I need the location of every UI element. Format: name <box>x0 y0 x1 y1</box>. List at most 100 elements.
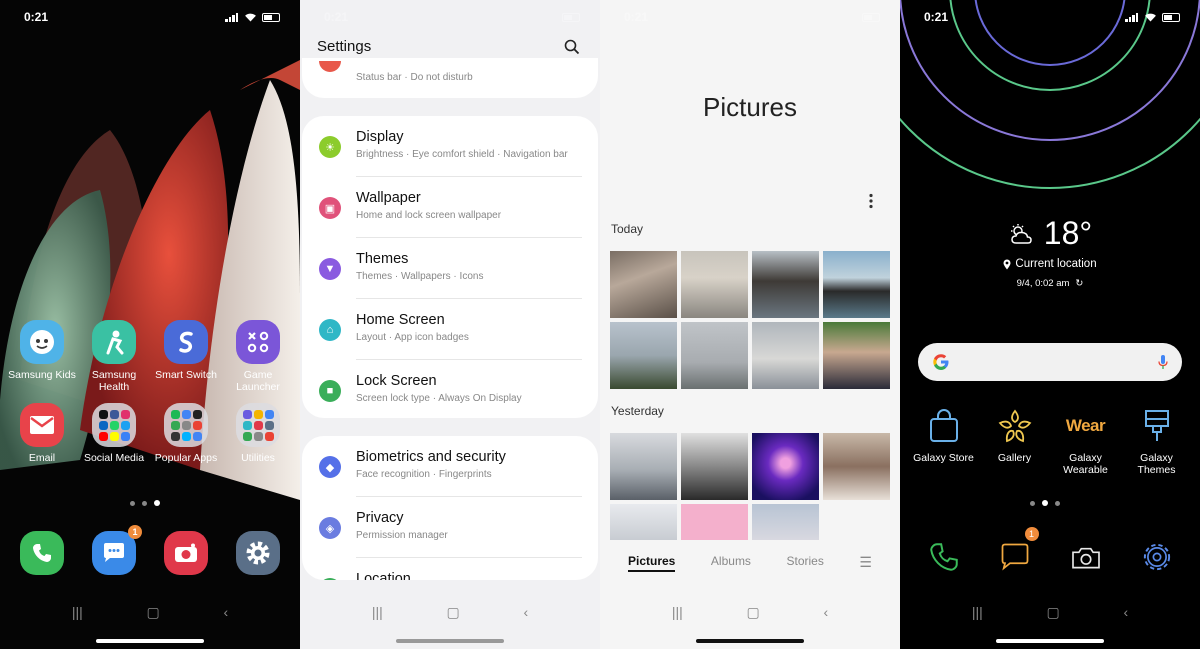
page-title: Pictures <box>703 92 797 122</box>
row-title: Privacy <box>356 510 404 526</box>
settings-row-biometrics[interactable]: ◆ Biometrics and security Face recogniti… <box>302 436 598 497</box>
app-galaxy-store[interactable]: Galaxy Store <box>908 404 979 476</box>
photo-thumbnail[interactable] <box>752 251 819 318</box>
folder-icon <box>92 403 136 447</box>
photo-thumbnail[interactable] <box>823 251 890 318</box>
row-subtitle: Brightness · Eye comfort shield · Naviga… <box>356 149 568 160</box>
home-button[interactable]: ▢ <box>1047 604 1060 621</box>
sun-icon: ☀ <box>319 136 341 158</box>
home-screen-panel: 0:21 Samsung Kids Samsung Health Smart S… <box>0 0 300 649</box>
mic-icon[interactable] <box>1158 354 1168 370</box>
photo-thumbnail[interactable] <box>681 504 748 540</box>
photo-thumbnail[interactable] <box>752 322 819 389</box>
app-galaxy-wearable[interactable]: Wear Galaxy Wearable <box>1050 404 1121 476</box>
settings-card-security-group: ◆ Biometrics and security Face recogniti… <box>302 436 598 580</box>
folder-social-media[interactable]: Social Media <box>80 403 148 464</box>
app-label: Galaxy Themes <box>1137 452 1176 476</box>
app-samsung-kids[interactable]: Samsung Kids <box>8 320 76 393</box>
tab-stories[interactable]: Stories <box>787 554 824 572</box>
themed-app-row: Galaxy Store Gallery Wear Galaxy Wearabl… <box>908 404 1192 476</box>
dock-messages[interactable]: 1 <box>979 527 1050 579</box>
recents-button[interactable]: ||| <box>972 604 983 620</box>
home-indicator[interactable] <box>396 639 504 643</box>
tab-pictures[interactable]: Pictures <box>628 554 676 572</box>
partly-cloudy-icon <box>1010 223 1032 244</box>
gallery-panel: 0:21 Pictures Today Yesterday Pictures A… <box>600 0 900 649</box>
dock-messages[interactable]: 1 <box>80 525 148 575</box>
settings-icon <box>236 531 280 575</box>
row-subtitle: Screen lock type · Always On Display <box>356 393 522 404</box>
battery-icon <box>562 12 580 22</box>
photo-thumbnail[interactable] <box>681 322 748 389</box>
home-indicator[interactable] <box>696 639 804 643</box>
recents-button[interactable]: ||| <box>372 604 383 620</box>
app-game-launcher[interactable]: Game Launcher <box>224 320 292 393</box>
settings-row-themes[interactable]: ▼ Themes Themes · Wallpapers · Icons <box>302 238 598 299</box>
smart-switch-icon <box>164 320 208 364</box>
wifi-icon <box>1145 13 1156 22</box>
photo-thumbnail[interactable] <box>610 322 677 389</box>
dock-settings[interactable] <box>224 531 292 575</box>
photo-thumbnail[interactable] <box>681 251 748 318</box>
row-subtitle: Permission manager <box>356 530 448 541</box>
more-options-icon[interactable] <box>868 193 874 209</box>
app-gallery[interactable]: Gallery <box>979 404 1050 476</box>
location-pin-icon <box>1003 259 1011 269</box>
app-smart-switch[interactable]: Smart Switch <box>152 320 220 393</box>
back-button[interactable]: ‹ <box>223 604 228 620</box>
home-button[interactable]: ▢ <box>147 604 160 621</box>
settings-row-privacy[interactable]: ◈ Privacy Permission manager <box>302 497 598 558</box>
status-bar: 0:21 <box>324 10 580 24</box>
weather-widget[interactable]: 18° Current location 9/4, 0:02 am ↻ <box>900 215 1200 289</box>
dock-camera[interactable] <box>1050 535 1121 579</box>
photo-thumbnail[interactable] <box>610 504 677 540</box>
home-button[interactable]: ▢ <box>447 604 460 621</box>
home-button[interactable]: ▢ <box>747 604 760 621</box>
photo-thumbnail[interactable] <box>610 251 677 318</box>
kids-icon <box>20 320 64 364</box>
bag-icon <box>922 404 966 448</box>
refresh-icon[interactable]: ↻ <box>1075 278 1083 289</box>
home-app-row-1: Samsung Kids Samsung Health Smart Switch… <box>8 320 292 393</box>
recents-button[interactable]: ||| <box>72 604 83 620</box>
home-indicator[interactable] <box>996 639 1104 643</box>
search-icon[interactable] <box>564 39 580 55</box>
recents-button[interactable]: ||| <box>672 604 683 620</box>
back-button[interactable]: ‹ <box>823 604 828 620</box>
messages-icon: 1 <box>993 527 1039 579</box>
app-galaxy-themes[interactable]: Galaxy Themes <box>1121 404 1192 476</box>
photo-thumbnail[interactable] <box>752 433 819 500</box>
menu-icon[interactable]: ☰ <box>859 554 872 572</box>
tab-albums[interactable]: Albums <box>711 554 751 572</box>
photo-thumbnail[interactable] <box>823 322 890 389</box>
back-button[interactable]: ‹ <box>1123 604 1128 620</box>
folder-icon <box>164 403 208 447</box>
page-title: Settings <box>317 38 372 55</box>
themes-icon: ▼ <box>319 258 341 280</box>
folder-popular-apps[interactable]: Popular Apps <box>152 403 220 464</box>
row-title: Wallpaper <box>356 190 421 206</box>
back-button[interactable]: ‹ <box>523 604 528 620</box>
dock-camera[interactable] <box>152 531 220 575</box>
app-label: Gallery <box>997 452 1032 464</box>
status-bar: 0:21 <box>624 10 880 24</box>
folder-utilities[interactable]: Utilities <box>224 403 292 464</box>
photo-thumbnail[interactable] <box>752 504 819 540</box>
photo-thumbnail[interactable] <box>610 433 677 500</box>
dock-phone[interactable] <box>908 535 979 579</box>
app-email[interactable]: Email <box>8 403 76 464</box>
settings-row-location[interactable]: ● Location <box>302 558 598 580</box>
settings-row-wallpaper[interactable]: ▣ Wallpaper Home and lock screen wallpap… <box>302 177 598 238</box>
settings-row-home-screen[interactable]: ⌂ Home Screen Layout · App icon badges <box>302 299 598 360</box>
google-search-bar[interactable] <box>918 343 1182 381</box>
settings-row-display[interactable]: ☀ Display Brightness · Eye comfort shiel… <box>302 116 598 177</box>
settings-row-lock-screen[interactable]: ■ Lock Screen Screen lock type · Always … <box>302 360 598 418</box>
row-title: Display <box>356 129 404 145</box>
app-samsung-health[interactable]: Samsung Health <box>80 320 148 393</box>
dock-phone[interactable] <box>8 531 76 575</box>
home-indicator[interactable] <box>96 639 204 643</box>
battery-icon <box>862 12 880 22</box>
photo-thumbnail[interactable] <box>681 433 748 500</box>
dock-settings[interactable] <box>1121 535 1192 579</box>
photo-thumbnail[interactable] <box>823 433 890 500</box>
